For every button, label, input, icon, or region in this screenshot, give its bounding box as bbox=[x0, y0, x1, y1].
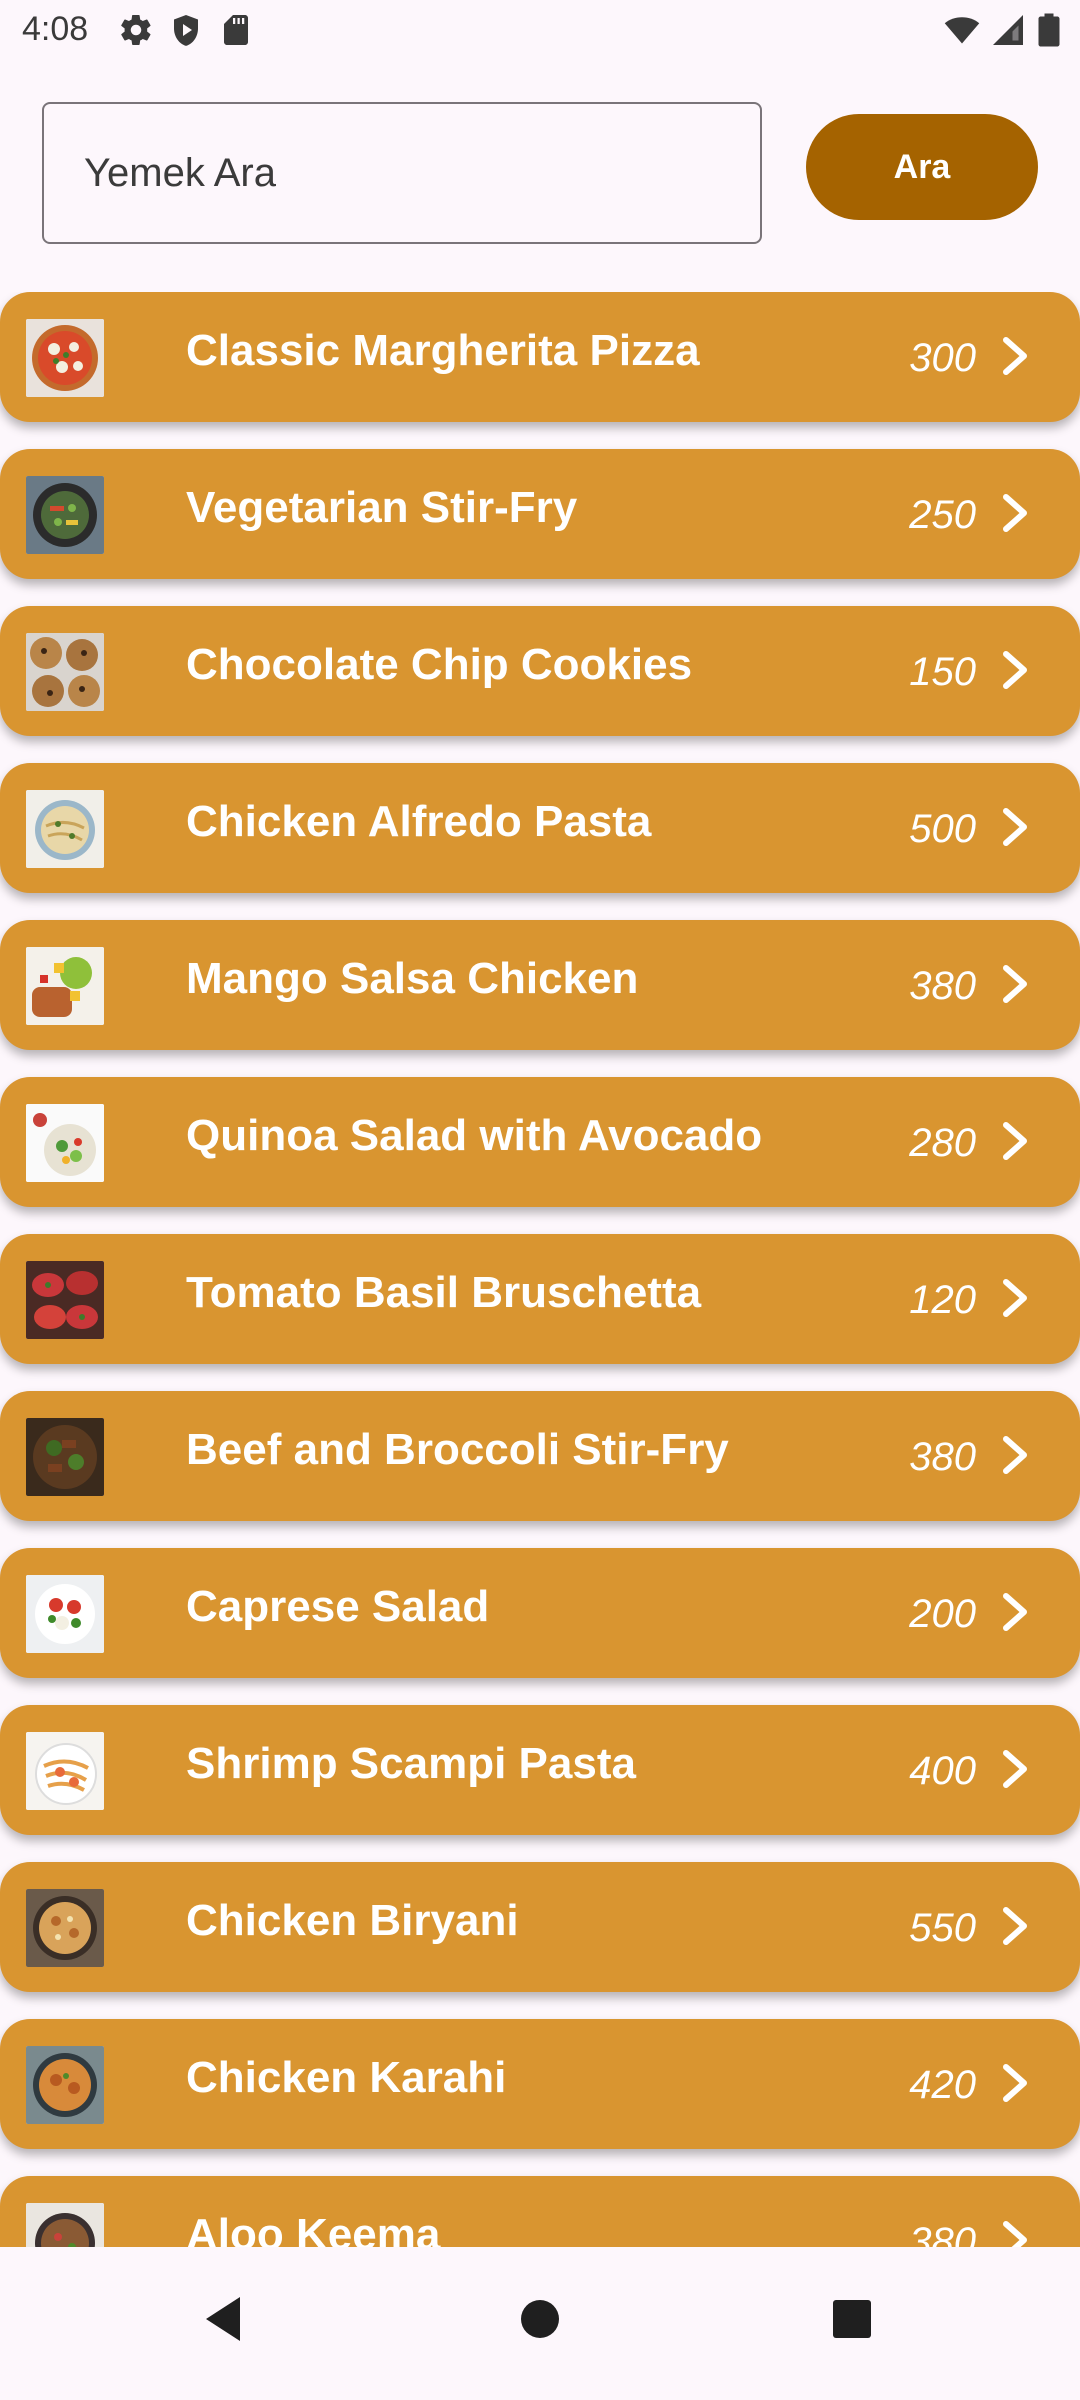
food-list[interactable]: Classic Margherita Pizza 300 Vegetarian … bbox=[0, 292, 1080, 2247]
chevron-right-icon bbox=[1000, 807, 1030, 847]
back-icon[interactable] bbox=[196, 2289, 256, 2349]
chevron-right-icon bbox=[1000, 1278, 1030, 1318]
food-name: Quinoa Salad with Avocado bbox=[186, 1111, 763, 1160]
food-thumbnail-pizza bbox=[26, 319, 104, 397]
chevron-right-icon bbox=[1000, 2220, 1030, 2247]
food-thumbnail-beef bbox=[26, 1418, 104, 1496]
food-calories: 400 bbox=[909, 1749, 976, 1793]
food-name: Chicken Alfredo Pasta bbox=[186, 797, 652, 846]
food-thumbnail-caprese bbox=[26, 1575, 104, 1653]
food-thumbnail-shrimp bbox=[26, 1732, 104, 1810]
food-name: Classic Margherita Pizza bbox=[186, 326, 700, 375]
chevron-right-icon bbox=[1000, 1121, 1030, 1161]
food-thumbnail-pasta bbox=[26, 790, 104, 868]
status-icons-right bbox=[944, 12, 1062, 48]
search-button[interactable]: Ara bbox=[806, 114, 1038, 220]
food-thumbnail-cookies bbox=[26, 633, 104, 711]
food-thumbnail-bruschetta bbox=[26, 1261, 104, 1339]
list-item[interactable]: Chicken Karahi 420 bbox=[0, 2019, 1080, 2149]
battery-icon bbox=[1036, 12, 1062, 48]
chevron-right-icon bbox=[1000, 1592, 1030, 1632]
list-item[interactable]: Tomato Basil Bruschetta 120 bbox=[0, 1234, 1080, 1364]
status-bar: 4:08 bbox=[0, 0, 1080, 64]
food-name: Beef and Broccoli Stir-Fry bbox=[186, 1425, 729, 1474]
app-screen: 4:08 Ara bbox=[0, 0, 1080, 2400]
chevron-right-icon bbox=[1000, 493, 1030, 533]
navigation-bar bbox=[0, 2247, 1080, 2400]
signal-icon bbox=[990, 12, 1026, 48]
list-item[interactable]: Vegetarian Stir-Fry 250 bbox=[0, 449, 1080, 579]
food-calories: 380 bbox=[909, 2220, 976, 2247]
food-name: Chicken Karahi bbox=[186, 2053, 507, 2102]
food-calories: 380 bbox=[909, 964, 976, 1008]
gear-icon bbox=[118, 12, 154, 48]
food-thumbnail-keema bbox=[26, 2203, 104, 2247]
chevron-right-icon bbox=[1000, 964, 1030, 1004]
food-calories: 420 bbox=[909, 2063, 976, 2107]
list-item[interactable]: Quinoa Salad with Avocado 280 bbox=[0, 1077, 1080, 1207]
food-name: Vegetarian Stir-Fry bbox=[186, 483, 578, 532]
chevron-right-icon bbox=[1000, 2063, 1030, 2103]
food-name: Aloo Keema bbox=[186, 2210, 441, 2247]
sd-card-icon bbox=[218, 12, 254, 48]
list-item[interactable]: Chicken Biryani 550 bbox=[0, 1862, 1080, 1992]
chevron-right-icon bbox=[1000, 650, 1030, 690]
food-name: Tomato Basil Bruschetta bbox=[186, 1268, 702, 1317]
food-thumbnail-salad bbox=[26, 1104, 104, 1182]
food-thumbnail-biryani bbox=[26, 1889, 104, 1967]
list-item[interactable]: Chocolate Chip Cookies 150 bbox=[0, 606, 1080, 736]
food-name: Chicken Biryani bbox=[186, 1896, 519, 1945]
food-thumbnail-mango bbox=[26, 947, 104, 1025]
search-input[interactable] bbox=[42, 102, 762, 244]
food-name: Mango Salsa Chicken bbox=[186, 954, 639, 1003]
food-name: Shrimp Scampi Pasta bbox=[186, 1739, 636, 1788]
chevron-right-icon bbox=[1000, 1435, 1030, 1475]
food-thumbnail-karahi bbox=[26, 2046, 104, 2124]
wifi-icon bbox=[944, 12, 980, 48]
list-item[interactable]: Mango Salsa Chicken 380 bbox=[0, 920, 1080, 1050]
search-row: Ara bbox=[0, 100, 1080, 250]
list-item[interactable]: Classic Margherita Pizza 300 bbox=[0, 292, 1080, 422]
food-name: Chocolate Chip Cookies bbox=[186, 640, 693, 689]
food-thumbnail-stirfry bbox=[26, 476, 104, 554]
status-time: 4:08 bbox=[22, 10, 89, 48]
food-calories: 500 bbox=[909, 807, 976, 851]
list-item[interactable]: Shrimp Scampi Pasta 400 bbox=[0, 1705, 1080, 1835]
food-calories: 120 bbox=[909, 1278, 976, 1322]
chevron-right-icon bbox=[1000, 336, 1030, 376]
list-item[interactable]: Aloo Keema 380 bbox=[0, 2176, 1080, 2247]
chevron-right-icon bbox=[1000, 1906, 1030, 1946]
status-icons-left bbox=[118, 12, 254, 48]
food-calories: 300 bbox=[909, 336, 976, 380]
food-calories: 200 bbox=[909, 1592, 976, 1636]
list-item[interactable]: Beef and Broccoli Stir-Fry 380 bbox=[0, 1391, 1080, 1521]
home-icon[interactable] bbox=[510, 2289, 570, 2349]
list-item[interactable]: Caprese Salad 200 bbox=[0, 1548, 1080, 1678]
list-item[interactable]: Chicken Alfredo Pasta 500 bbox=[0, 763, 1080, 893]
shield-play-icon bbox=[168, 12, 204, 48]
food-calories: 550 bbox=[909, 1906, 976, 1950]
food-calories: 150 bbox=[909, 650, 976, 694]
food-calories: 380 bbox=[909, 1435, 976, 1479]
chevron-right-icon bbox=[1000, 1749, 1030, 1789]
recents-icon[interactable] bbox=[822, 2289, 882, 2349]
food-calories: 250 bbox=[909, 493, 976, 537]
food-name: Caprese Salad bbox=[186, 1582, 490, 1631]
food-calories: 280 bbox=[909, 1121, 976, 1165]
